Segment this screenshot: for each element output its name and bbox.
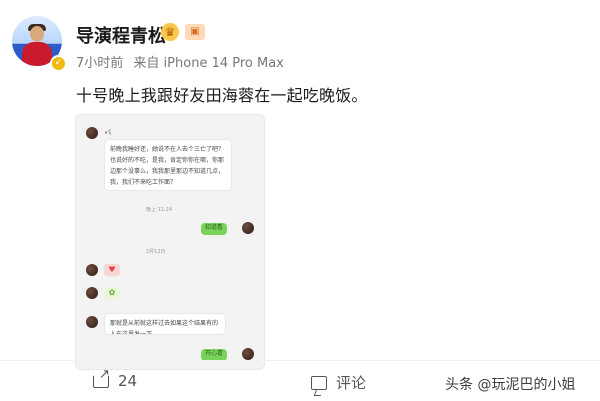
post-time: 7小时前: [76, 56, 124, 71]
chat-bubble-short: 那就是从前就这样过去如果这个结果有的人在这里发一下: [104, 313, 226, 335]
verified-badge-icon: ✓: [50, 55, 67, 72]
chat-avatar-right-2-icon: [242, 348, 254, 360]
heart-sticker-icon: ♥: [104, 264, 120, 276]
post-text: 十号晚上我跟好友田海蓉在一起吃晚饭。: [76, 86, 368, 105]
chat-avatar-left-4-icon: [86, 316, 98, 328]
crown-badge-icon: ♛: [161, 23, 179, 41]
chat-reply-bubble-1: 知道看: [201, 223, 227, 235]
plant-sticker-icon: ✿: [104, 287, 120, 299]
share-button[interactable]: 24: [92, 367, 138, 390]
avatar-body: [22, 42, 52, 66]
post-footer: 24 评论 头条 @玩泥巴的小姐: [0, 360, 600, 401]
chat-name: •ʕ: [104, 129, 112, 137]
chat-bubble-long: 前晚我睡好还，她说不在人去个三亡了吧？也说好的不吃，是我，肯定你你在哪，你那边那…: [104, 139, 232, 191]
post-source: 来自 iPhone 14 Pro Max: [133, 56, 284, 71]
chat-avatar-left-2-icon: [86, 264, 98, 276]
chat-avatar-icon: [86, 127, 98, 139]
chat-time-1: 晚上 11:24: [146, 207, 172, 213]
vip-badge-icon: ▣: [185, 24, 205, 40]
username[interactable]: 导演程青松: [76, 22, 166, 48]
chat-time-2: 2月12日: [146, 249, 166, 255]
share-icon: [92, 367, 110, 390]
post-meta: 7小时前 来自 iPhone 14 Pro Max: [76, 52, 290, 71]
share-count: 24: [118, 372, 138, 390]
comment-label: 评论: [336, 374, 367, 392]
watermark: 头条 @玩泥巴的小姐: [445, 377, 576, 393]
chat-avatar-right-1-icon: [242, 222, 254, 234]
avatar-face: [30, 26, 44, 42]
comment-icon: [310, 374, 328, 392]
chat-screenshot[interactable]: •ʕ 前晚我睡好还，她说不在人去个三亡了吧？也说好的不吃，是我，肯定你你在哪，你…: [75, 114, 265, 370]
comment-button[interactable]: 评论: [310, 372, 366, 393]
chat-avatar-left-3-icon: [86, 287, 98, 299]
post-header: ✓ 导演程青松 ♛ ▣ 7小时前 来自 iPhone 14 Pro Max 十号…: [0, 0, 600, 105]
